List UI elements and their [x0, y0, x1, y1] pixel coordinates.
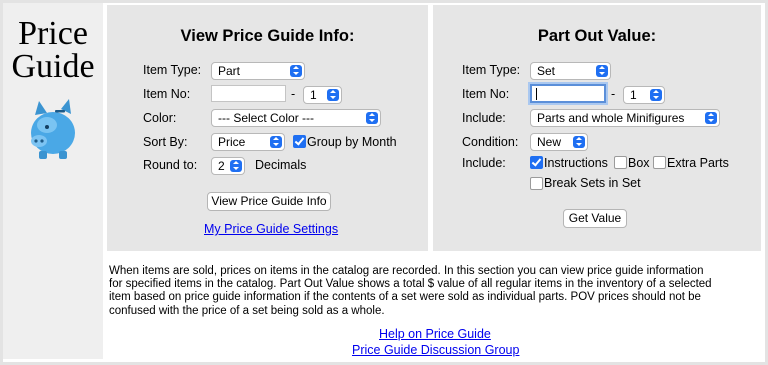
pov-include-label: Include:: [462, 111, 506, 125]
item-type-label: Item Type:: [143, 63, 202, 77]
item-no-input[interactable]: [211, 85, 286, 102]
item-type-select[interactable]: Part: [211, 62, 305, 80]
pov-item-type-value: Set: [537, 64, 556, 78]
pov-item-type-select[interactable]: Set: [530, 62, 611, 80]
condition-label: Condition:: [462, 135, 519, 149]
item-no-seq-select[interactable]: 1: [303, 86, 342, 104]
instructions-checkbox[interactable]: [530, 156, 543, 169]
view-price-guide-button[interactable]: View Price Guide Info: [207, 192, 331, 211]
part-out-value-heading: Part Out Value:: [537, 27, 657, 45]
break-sets-label: Break Sets in Set: [544, 176, 641, 190]
info-line: item based on price guide information if…: [109, 291, 701, 304]
item-no-dash: -: [291, 87, 296, 101]
color-value: --- Select Color ---: [218, 111, 315, 125]
title-line-1: Price: [18, 15, 88, 52]
piggy-bank-icon: [31, 99, 75, 159]
sort-by-select[interactable]: Price: [211, 133, 285, 151]
price-guide-panel: View Price Guide Info: Item Type: Part I…: [107, 5, 428, 251]
group-by-month-checkbox[interactable]: [293, 135, 306, 148]
chevron-updown-icon: [230, 160, 242, 172]
decimals-label: Decimals: [255, 158, 307, 172]
chevron-updown-icon: [290, 65, 302, 77]
price-guide-settings-link[interactable]: My Price Guide Settings: [204, 222, 338, 236]
pov-include-select[interactable]: Parts and whole Minifigures: [530, 109, 720, 127]
info-line: for specified items in the catalog. Part…: [109, 278, 712, 291]
title-line-2: Guide: [11, 48, 95, 85]
pov-item-no-seq-select[interactable]: 1: [623, 86, 665, 104]
chevron-updown-icon: [270, 136, 282, 148]
instructions-label: Instructions: [544, 156, 608, 170]
price-guide-heading: View Price Guide Info:: [180, 27, 355, 45]
pov-item-type-label: Item Type:: [462, 63, 521, 77]
group-by-month-label: Group by Month: [307, 135, 397, 149]
pov-item-no-dash: -: [611, 87, 616, 101]
get-value-button[interactable]: Get Value: [563, 209, 627, 228]
part-out-value-panel: Part Out Value: Item Type: Set Item No: …: [433, 5, 761, 251]
info-line: confused with the price of a set being s…: [109, 304, 385, 317]
brand-column: Price Guide: [3, 3, 103, 359]
item-no-label: Item No:: [143, 87, 191, 101]
pov-item-no-seq-value: 1: [630, 88, 637, 102]
condition-select[interactable]: New: [530, 133, 588, 151]
chevron-updown-icon: [705, 112, 717, 124]
pov-item-no-input[interactable]: [530, 84, 606, 103]
sort-by-value: Price: [218, 135, 246, 149]
info-line: When items are sold, prices on items in …: [109, 265, 704, 277]
break-sets-checkbox[interactable]: [530, 177, 543, 190]
item-type-value: Part: [218, 64, 241, 78]
chevron-updown-icon: [573, 136, 585, 148]
page-title: Price Guide: [3, 15, 103, 85]
color-label: Color:: [143, 111, 177, 125]
chevron-updown-icon: [366, 112, 378, 124]
help-price-guide-link[interactable]: Help on Price Guide: [379, 327, 491, 341]
color-select[interactable]: --- Select Color ---: [211, 109, 381, 127]
chevron-updown-icon: [650, 89, 662, 101]
pov-include-value: Parts and whole Minifigures: [537, 111, 685, 125]
extra-parts-label: Extra Parts: [667, 156, 729, 170]
text-caret: [536, 88, 537, 100]
round-to-select[interactable]: 2: [211, 157, 245, 175]
extra-parts-checkbox[interactable]: [653, 156, 666, 169]
pov-include2-label: Include:: [462, 156, 506, 170]
condition-value: New: [537, 135, 562, 149]
pov-item-no-label: Item No:: [462, 87, 510, 101]
box-checkbox[interactable]: [614, 156, 627, 169]
box-label: Box: [628, 156, 650, 170]
item-no-seq-value: 1: [310, 88, 317, 102]
price-guide-discussion-link[interactable]: Price Guide Discussion Group: [352, 343, 519, 357]
round-to-value: 2: [218, 159, 225, 173]
info-paragraph: When items are sold, prices on items in …: [109, 265, 759, 318]
sort-by-label: Sort By:: [143, 135, 188, 149]
chevron-updown-icon: [596, 65, 608, 77]
round-to-label: Round to:: [143, 158, 198, 172]
chevron-updown-icon: [327, 89, 339, 101]
